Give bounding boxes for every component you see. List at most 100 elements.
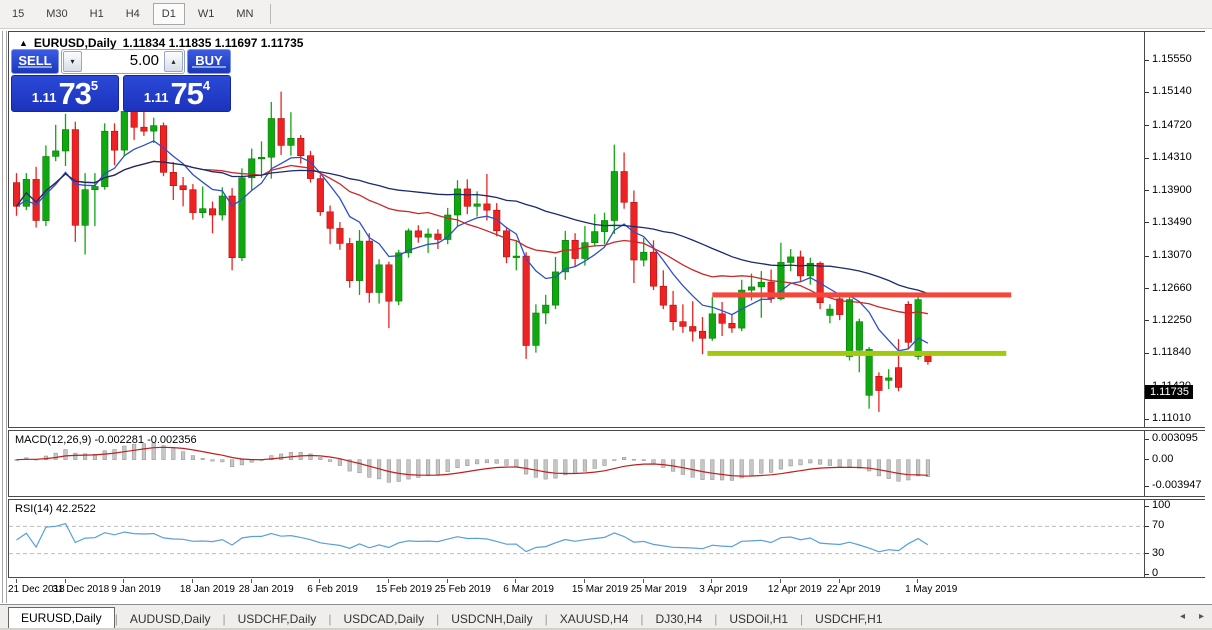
macd-name: MACD(12,26,9) bbox=[15, 434, 92, 446]
chart-ohlc-values: 1.11834 1.11835 1.11697 1.11735 bbox=[122, 36, 304, 50]
date-axis-tick bbox=[15, 579, 17, 583]
one-click-trade-panel: SELL ▾ 5.00 ▴ BUY 1.11 73 5 1.11 75 4 bbox=[11, 49, 231, 112]
rsi-axis-tick bbox=[1145, 525, 1149, 527]
chart-tab-usdcnh-daily[interactable]: USDCNH,Daily bbox=[439, 609, 544, 629]
rsi-axis-tick bbox=[1145, 553, 1149, 555]
timeframe-button-m30[interactable]: M30 bbox=[37, 3, 76, 25]
macd-signal-value: -0.002356 bbox=[147, 434, 197, 446]
date-axis-tick bbox=[64, 579, 66, 583]
macd-axis-tick bbox=[1145, 459, 1149, 461]
macd-label: MACD(12,26,9) -0.002281 -0.002356 bbox=[15, 434, 197, 446]
rsi-label: RSI(14) 42.2522 bbox=[15, 503, 96, 515]
date-axis-tick bbox=[642, 579, 644, 583]
sell-price-display[interactable]: 1.11 73 5 bbox=[11, 75, 119, 112]
date-axis-label: 25 Mar 2019 bbox=[630, 584, 687, 595]
date-axis-label: 6 Feb 2019 bbox=[307, 584, 358, 595]
date-axis-tick bbox=[446, 579, 448, 583]
date-axis-tick bbox=[250, 579, 252, 583]
macd-axis: 0.003095 0.00 -0.003947 bbox=[1144, 431, 1205, 496]
volume-increase-button[interactable]: ▴ bbox=[164, 51, 183, 72]
chart-tab-dj30-h4[interactable]: DJ30,H4 bbox=[644, 609, 715, 629]
chart-tab-bar: EURUSD,Daily | AUDUSD,Daily | USDCHF,Daily | U… bbox=[0, 604, 1212, 630]
rsi-axis-label: 30 bbox=[1152, 546, 1165, 559]
buy-price-big: 75 bbox=[170, 76, 203, 111]
macd-axis-tick bbox=[1145, 485, 1149, 487]
chart-symbol-label: EURUSD,Daily bbox=[33, 36, 117, 50]
chart-tab-usdchf-daily[interactable]: USDCHF,Daily bbox=[226, 609, 329, 629]
rsi-axis-label: 0 bbox=[1152, 567, 1159, 579]
price-axis-tick bbox=[1145, 125, 1149, 127]
rsi-panel: RSI(14) 42.2522 100 70 30 0 bbox=[8, 499, 1205, 579]
sell-button-label: SELL bbox=[18, 53, 52, 68]
date-axis-label: 15 Mar 2019 bbox=[571, 584, 629, 595]
rsi-axis-tick bbox=[1145, 573, 1149, 575]
rsi-canvas[interactable] bbox=[9, 500, 1144, 578]
sell-button[interactable]: SELL bbox=[11, 49, 59, 74]
price-axis-tick bbox=[1145, 255, 1149, 257]
price-axis-tick bbox=[1145, 190, 1149, 191]
macd-axis-label: 0.00 bbox=[1152, 452, 1174, 465]
price-axis-tick bbox=[1145, 91, 1149, 93]
price-axis-tick bbox=[1145, 157, 1149, 159]
chart-tab-usdchf-h1[interactable]: USDCHF,H1 bbox=[803, 609, 894, 629]
buy-button[interactable]: BUY bbox=[187, 49, 231, 74]
timeframe-button-15[interactable]: 15 bbox=[3, 3, 33, 25]
buy-button-label: BUY bbox=[195, 53, 223, 68]
date-axis-tick bbox=[711, 579, 713, 583]
date-axis-tick bbox=[319, 579, 321, 583]
macd-axis-tick bbox=[1145, 438, 1149, 440]
date-axis[interactable]: 21 Dec 2018 31 Dec 2018 9 Jan 2019 18 Ja… bbox=[8, 579, 1205, 600]
date-axis-label: 6 Mar 2019 bbox=[503, 584, 554, 595]
timeframe-button-w1[interactable]: W1 bbox=[189, 3, 224, 25]
date-axis-label: 3 Apr 2019 bbox=[699, 584, 748, 595]
macd-panel: MACD(12,26,9) -0.002281 -0.002356 0.0030… bbox=[8, 430, 1205, 497]
chart-tab-usdoil-h1[interactable]: USDOil,H1 bbox=[717, 609, 800, 629]
price-axis-label: 1.13070 bbox=[1152, 249, 1192, 262]
tab-scroll-right-icon[interactable]: ▸ bbox=[1199, 611, 1204, 622]
buy-price-pip: 4 bbox=[202, 78, 211, 93]
chart-tab-eurusd-daily[interactable]: EURUSD,Daily bbox=[8, 607, 115, 629]
date-axis-tick bbox=[779, 579, 781, 583]
date-axis-label: 25 Feb 2019 bbox=[434, 584, 491, 595]
price-axis-label: 1.15140 bbox=[1152, 85, 1192, 98]
buy-price-display[interactable]: 1.11 75 4 bbox=[123, 75, 231, 112]
volume-input[interactable]: 5.00 bbox=[83, 50, 163, 73]
price-axis-label: 1.13490 bbox=[1152, 215, 1192, 228]
rsi-axis-label: 100 bbox=[1152, 499, 1171, 511]
chart-tab-xauusd-h4[interactable]: XAUUSD,H4 bbox=[548, 609, 641, 629]
volume-decrease-button[interactable]: ▾ bbox=[63, 51, 82, 72]
rsi-axis-tick bbox=[1145, 505, 1149, 507]
chart-tab-audusd-daily[interactable]: AUDUSD,Daily bbox=[118, 609, 223, 629]
rsi-axis-label: 70 bbox=[1152, 519, 1165, 532]
chart-tab-usdcad-daily[interactable]: USDCAD,Daily bbox=[331, 609, 436, 629]
timeframe-button-d1[interactable]: D1 bbox=[152, 3, 185, 25]
date-axis-label: 31 Dec 2018 bbox=[52, 584, 110, 595]
date-axis-tick bbox=[515, 579, 517, 583]
toolbar-separator bbox=[270, 4, 272, 24]
macd-main-value: -0.002281 bbox=[94, 434, 145, 446]
price-axis-tick bbox=[1145, 288, 1149, 289]
date-axis-tick bbox=[387, 579, 389, 583]
date-axis-tick bbox=[191, 579, 193, 583]
price-axis-label: 1.14310 bbox=[1152, 151, 1192, 164]
tab-scroll-arrows: ◂ ▸ bbox=[1180, 611, 1204, 622]
timeframe-button-mn[interactable]: MN bbox=[227, 3, 262, 25]
date-axis-label: 9 Jan 2019 bbox=[111, 584, 161, 595]
trade-panel-toggle-icon[interactable]: ▲ bbox=[19, 38, 28, 48]
date-axis-tick bbox=[838, 579, 840, 583]
tab-scroll-left-icon[interactable]: ◂ bbox=[1180, 611, 1185, 622]
price-axis-label: 1.11010 bbox=[1152, 412, 1191, 424]
price-chart-panel: ▲ EURUSD,Daily 1.11834 1.11835 1.11697 1… bbox=[8, 31, 1205, 428]
timeframe-button-h4[interactable]: H4 bbox=[117, 3, 149, 25]
timeframe-button-h1[interactable]: H1 bbox=[81, 3, 113, 25]
mt4-window: 15 M30 H1 H4 D1 W1 MN ▲ EURUSD,Daily 1.11834 1… bbox=[0, 0, 1212, 630]
price-axis-label: 1.11840 bbox=[1152, 346, 1191, 359]
sell-price-big: 73 bbox=[58, 76, 91, 111]
price-axis[interactable]: 1.15550 1.15140 1.14720 1.14310 1.13900 … bbox=[1144, 32, 1205, 427]
price-axis-label: 1.13900 bbox=[1152, 183, 1192, 196]
rsi-name: RSI(14) bbox=[15, 503, 53, 515]
sell-price-prefix: 1.11 bbox=[31, 90, 57, 105]
price-axis-label: 1.15550 bbox=[1152, 53, 1192, 65]
buy-price-prefix: 1.11 bbox=[143, 90, 169, 105]
rsi-axis: 100 70 30 0 bbox=[1144, 499, 1205, 579]
